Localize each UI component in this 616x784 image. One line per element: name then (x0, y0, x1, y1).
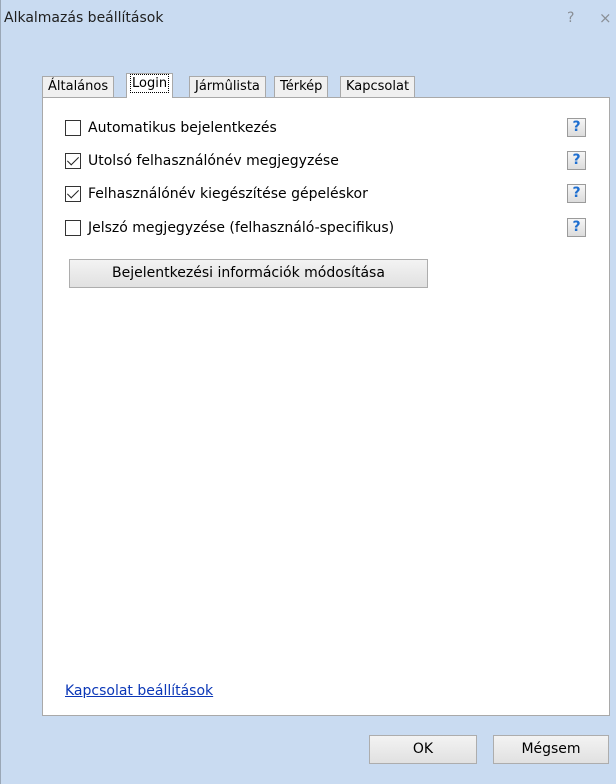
tab-map[interactable]: Térkép (274, 76, 329, 97)
tab-label: Általános (48, 79, 109, 94)
option-username-autocomplete[interactable]: Felhasználónév kiegészítése gépeléskor (65, 184, 368, 204)
username-autocomplete-checkbox[interactable] (65, 186, 81, 202)
help-question-icon[interactable]: ? (567, 218, 586, 237)
cancel-button[interactable]: Mégsem (493, 735, 609, 764)
connection-settings-link[interactable]: Kapcsolat beállítások (65, 683, 213, 699)
help-question-icon[interactable]: ? (567, 184, 586, 203)
tab-label: Kapcsolat (346, 79, 410, 94)
title-help-icon[interactable]: ? (567, 10, 574, 26)
option-remember-password[interactable]: Jelszó megjegyzése (felhasználó-specifik… (65, 218, 394, 238)
settings-dialog: Alkalmazás beállítások ? × Általános Log… (0, 0, 616, 784)
tab-login[interactable]: Login (126, 73, 174, 98)
tab-strip: Általános Login Jármûlista Térkép Kapcso… (42, 73, 616, 98)
tab-general[interactable]: Általános (42, 76, 115, 97)
option-auto-login[interactable]: Automatikus bejelentkezés (65, 118, 277, 138)
help-question-icon[interactable]: ? (567, 118, 586, 137)
title-bar: Alkalmazás beállítások ? × (1, 0, 616, 38)
help-question-icon[interactable]: ? (567, 151, 586, 170)
tab-label: Jármûlista (195, 79, 260, 94)
option-label: Automatikus bejelentkezés (88, 120, 277, 136)
option-remember-username[interactable]: Utolsó felhasználónév megjegyzése (65, 151, 339, 171)
remember-password-checkbox[interactable] (65, 220, 81, 236)
window-title: Alkalmazás beállítások (4, 10, 164, 26)
auto-login-checkbox[interactable] (65, 120, 81, 136)
tab-vehicle-list[interactable]: Jármûlista (189, 76, 266, 97)
close-icon[interactable]: × (599, 9, 612, 27)
option-label: Felhasználónév kiegészítése gépeléskor (88, 186, 368, 202)
option-label: Jelszó megjegyzése (felhasználó-specifik… (88, 220, 395, 236)
modify-login-info-button[interactable]: Bejelentkezési információk módosítása (69, 259, 428, 288)
remember-username-checkbox[interactable] (65, 153, 81, 169)
login-tab-panel: Automatikus bejelentkezés ? Utolsó felha… (42, 97, 610, 716)
tab-connection[interactable]: Kapcsolat (340, 76, 416, 97)
tab-label: Login (129, 74, 170, 93)
tab-label: Térkép (280, 79, 323, 94)
option-label: Utolsó felhasználónév megjegyzése (88, 153, 339, 169)
ok-button[interactable]: OK (369, 735, 477, 764)
